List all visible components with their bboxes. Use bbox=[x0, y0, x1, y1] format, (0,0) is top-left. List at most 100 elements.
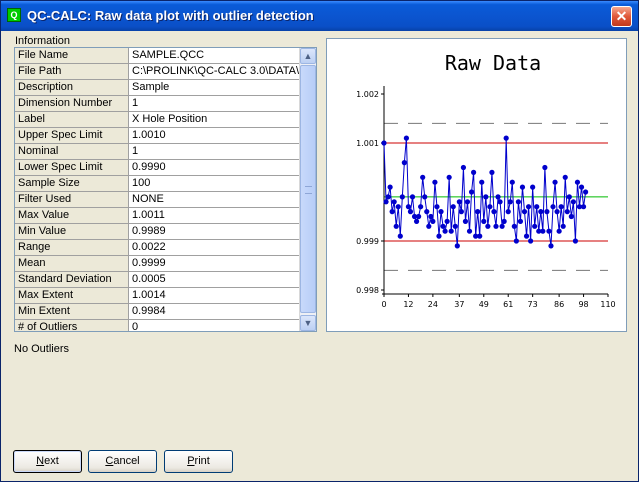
info-row-value[interactable]: 1 bbox=[128, 95, 301, 112]
info-row[interactable]: Max Extent 1.0014 bbox=[15, 287, 301, 304]
y-tick-label: 0.998 bbox=[356, 286, 379, 295]
info-row-value[interactable]: NONE bbox=[128, 191, 301, 208]
info-row[interactable]: Standard Deviation 0.0005 bbox=[15, 271, 301, 288]
data-point bbox=[530, 184, 536, 190]
info-row-value[interactable]: C:\PROLINK\QC-CALC 3.0\DATA\ bbox=[128, 63, 301, 80]
info-row-value[interactable]: 0.9989 bbox=[128, 223, 301, 240]
cancel-button[interactable]: Cancel bbox=[88, 450, 157, 473]
x-tick-label: 98 bbox=[578, 300, 588, 309]
data-point bbox=[403, 135, 409, 141]
data-point bbox=[405, 204, 412, 210]
data-point bbox=[568, 213, 574, 220]
data-point bbox=[487, 204, 493, 210]
info-row-value[interactable]: 0.9990 bbox=[128, 159, 301, 176]
data-point bbox=[562, 174, 568, 180]
x-tick-label: 12 bbox=[403, 300, 413, 309]
close-button[interactable]: ✕ bbox=[611, 6, 632, 27]
info-row-value[interactable]: 1.0010 bbox=[128, 127, 301, 144]
scroll-up-button[interactable]: ▲ bbox=[300, 48, 316, 64]
data-point bbox=[517, 218, 524, 224]
info-row[interactable]: Min Extent 0.9984 bbox=[15, 303, 301, 320]
info-row-name: Max Value bbox=[15, 207, 129, 224]
window-title: QC-CALC: Raw data plot with outlier dete… bbox=[27, 8, 314, 23]
info-row[interactable]: Description Sample bbox=[15, 79, 301, 96]
info-row-value[interactable]: 1.0014 bbox=[128, 287, 301, 304]
data-point bbox=[542, 164, 548, 171]
data-point bbox=[464, 199, 471, 205]
info-row-value[interactable]: Sample bbox=[128, 79, 301, 96]
scroll-down-button[interactable]: ▼ bbox=[300, 315, 316, 331]
info-row[interactable]: Nominal 1 bbox=[15, 143, 301, 160]
info-row-value[interactable]: 0.0022 bbox=[128, 239, 301, 256]
next-mnemonic: N bbox=[36, 455, 45, 467]
info-row-value[interactable]: 0 bbox=[128, 319, 301, 331]
data-point bbox=[385, 194, 391, 200]
info-row-value[interactable]: 1.0011 bbox=[128, 207, 301, 224]
data-point bbox=[558, 204, 564, 210]
print-button[interactable]: Print bbox=[164, 450, 233, 473]
data-point bbox=[503, 135, 509, 141]
next-label-rest: ext bbox=[44, 455, 59, 467]
data-point bbox=[519, 184, 526, 190]
information-group-label: Information bbox=[15, 35, 71, 47]
info-row[interactable]: Min Value 0.9989 bbox=[15, 223, 301, 240]
x-tick-label: 49 bbox=[479, 300, 489, 309]
data-point bbox=[422, 194, 428, 200]
data-point bbox=[387, 184, 393, 190]
info-row[interactable]: # of Outliers 0 bbox=[15, 319, 301, 331]
info-row[interactable]: Label X Hole Position bbox=[15, 111, 301, 128]
info-row[interactable]: Range 0.0022 bbox=[15, 239, 301, 256]
info-row[interactable]: Lower Spec Limit 0.9990 bbox=[15, 159, 301, 176]
info-row[interactable]: Dimension Number 1 bbox=[15, 95, 301, 112]
data-point bbox=[509, 179, 515, 185]
title-bar[interactable]: Q QC-CALC: Raw data plot with outlier de… bbox=[1, 1, 638, 31]
data-point bbox=[426, 223, 432, 229]
information-scrollbar[interactable]: ▲ ▼ bbox=[299, 48, 316, 331]
info-row[interactable]: File Name SAMPLE.QCC bbox=[15, 48, 301, 64]
info-row-value[interactable]: 1 bbox=[128, 143, 301, 160]
x-tick-label: 86 bbox=[554, 300, 564, 309]
data-point bbox=[393, 223, 399, 229]
next-button[interactable]: Next bbox=[13, 450, 82, 473]
info-row[interactable]: Max Value 1.0011 bbox=[15, 207, 301, 224]
data-point bbox=[550, 204, 556, 210]
data-point bbox=[456, 199, 462, 205]
data-point bbox=[580, 204, 587, 210]
info-row[interactable]: Sample Size 100 bbox=[15, 175, 301, 192]
data-point bbox=[515, 199, 521, 205]
data-point bbox=[409, 194, 416, 200]
data-point bbox=[424, 209, 430, 215]
info-row-value[interactable]: 0.0005 bbox=[128, 271, 301, 288]
data-point bbox=[564, 209, 570, 215]
data-point bbox=[395, 204, 401, 210]
data-point bbox=[521, 209, 528, 215]
info-row[interactable]: Upper Spec Limit 1.0010 bbox=[15, 127, 301, 144]
data-point bbox=[460, 164, 467, 171]
data-point bbox=[407, 209, 414, 215]
app-icon[interactable]: Q bbox=[7, 8, 21, 22]
data-point bbox=[391, 199, 397, 205]
info-row-value[interactable]: SAMPLE.QCC bbox=[128, 48, 301, 64]
info-row-value[interactable]: 0.9999 bbox=[128, 255, 301, 272]
data-point bbox=[448, 228, 454, 234]
data-point bbox=[507, 199, 513, 205]
data-point bbox=[485, 223, 491, 229]
info-row-name: Filter Used bbox=[15, 191, 129, 208]
data-point bbox=[468, 189, 475, 195]
info-row-value[interactable]: X Hole Position bbox=[128, 111, 301, 128]
info-row-value[interactable]: 0.9984 bbox=[128, 303, 301, 320]
data-point bbox=[438, 209, 444, 215]
data-point bbox=[446, 174, 452, 180]
info-row[interactable]: Filter Used NONE bbox=[15, 191, 301, 208]
info-row-value[interactable]: 100 bbox=[128, 175, 301, 192]
information-grid[interactable]: File Name SAMPLE.QCC File Path C:\PROLINK\Q… bbox=[14, 47, 317, 332]
data-point bbox=[399, 194, 405, 200]
info-row[interactable]: File Path C:\PROLINK\QC-CALC 3.0\DATA\ bbox=[15, 63, 301, 80]
data-point bbox=[452, 223, 458, 229]
info-row[interactable]: Mean 0.9999 bbox=[15, 255, 301, 272]
scroll-thumb[interactable] bbox=[300, 65, 316, 313]
data-point bbox=[574, 179, 581, 185]
y-tick-label: 1.001 bbox=[356, 139, 379, 148]
info-row-name: Sample Size bbox=[15, 175, 129, 192]
info-row-name: Min Extent bbox=[15, 303, 129, 320]
